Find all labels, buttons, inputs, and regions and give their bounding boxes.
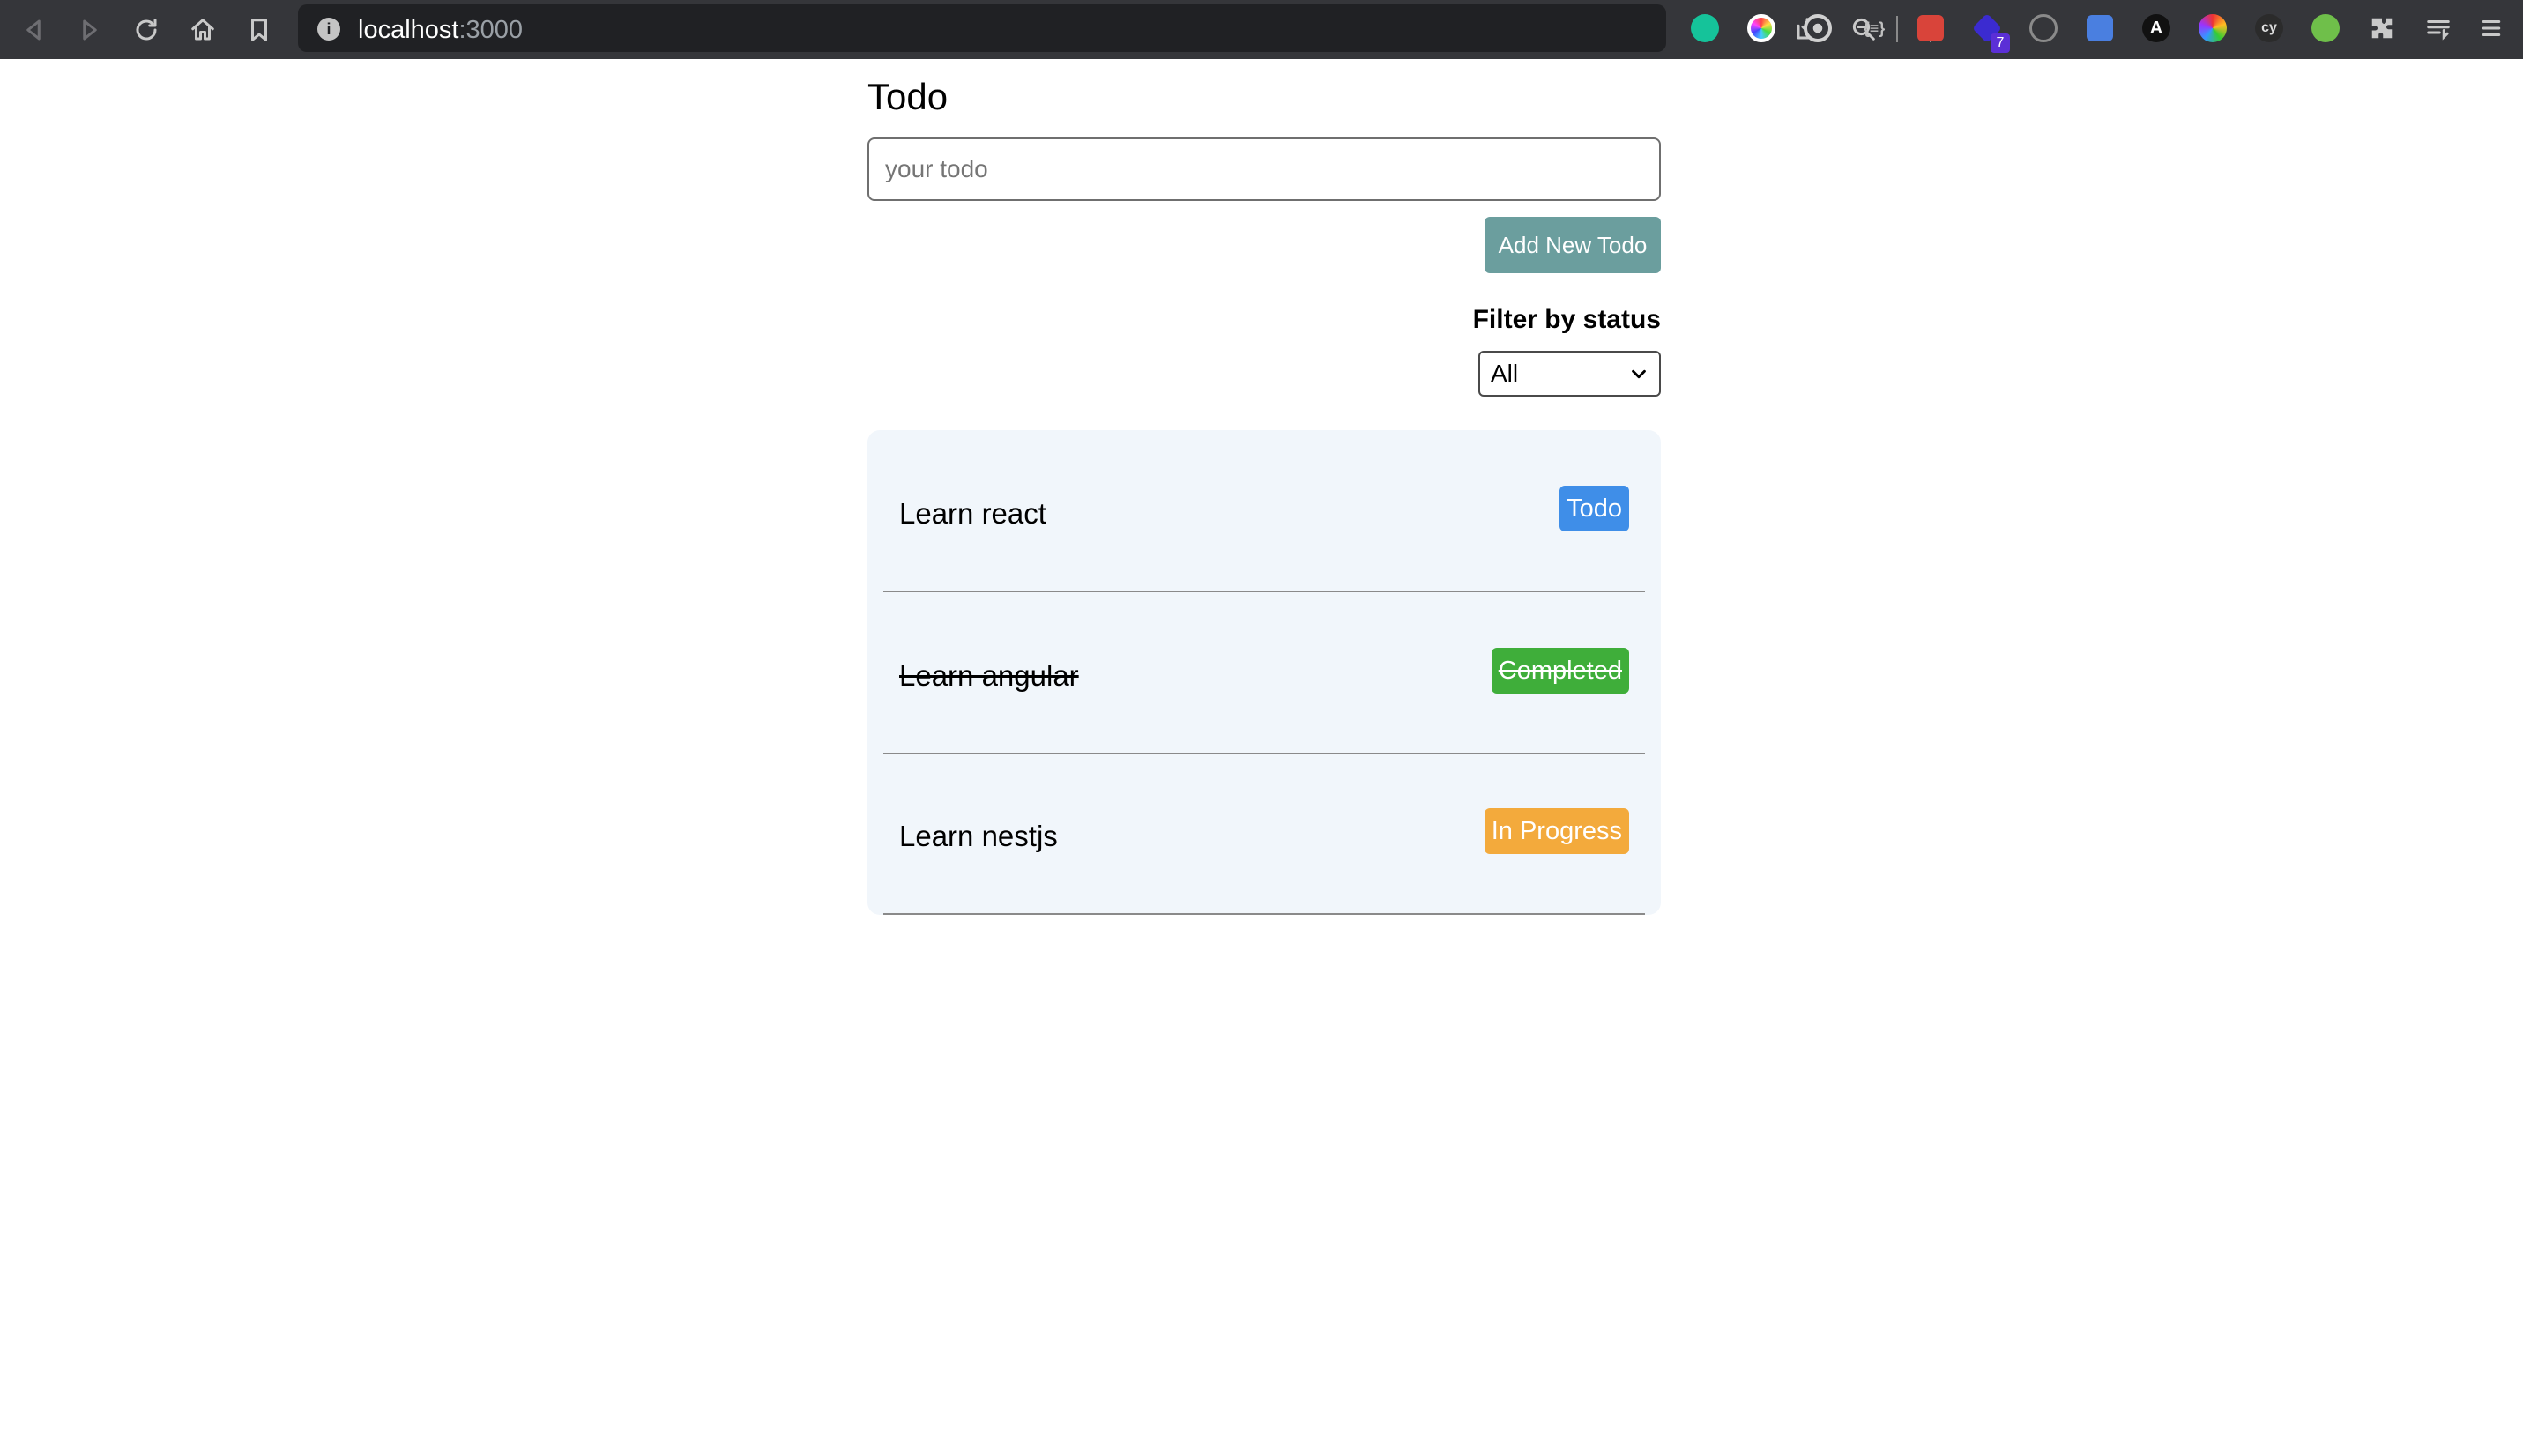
extensions-puzzle-icon[interactable] <box>2364 11 2400 46</box>
json-extension-icon[interactable]: {≡} <box>1857 11 1892 46</box>
todo-item-text: Learn react <box>899 497 1046 530</box>
todo-item-text: Learn angular <box>899 659 1079 692</box>
target-extension-icon[interactable] <box>1800 11 1835 46</box>
cypress-extension-icon[interactable]: cy <box>2251 11 2287 46</box>
status-filter-value: All <box>1491 360 1519 387</box>
bookmark-icon[interactable] <box>242 12 277 48</box>
todo-input[interactable] <box>867 137 1661 201</box>
status-badge[interactable]: Completed <box>1491 648 1629 694</box>
todo-item-text: Learn nestjs <box>899 820 1058 852</box>
address-bar[interactable]: i localhost:3000 <box>298 4 1941 52</box>
todo-item[interactable]: Learn angular Completed <box>883 592 1645 754</box>
status-filter-select[interactable]: All <box>1478 351 1661 397</box>
palette-extension-icon[interactable] <box>2195 11 2230 46</box>
site-info-icon[interactable]: i <box>317 18 340 41</box>
status-badge[interactable]: In Progress <box>1484 808 1629 854</box>
todo-list: Learn react Todo Learn angular Completed… <box>867 430 1661 915</box>
translate-extension-icon[interactable] <box>2082 11 2117 46</box>
angular-extension-icon[interactable]: A <box>2139 11 2174 46</box>
omnibox-divider <box>1896 16 1898 42</box>
browser-menu-icon[interactable] <box>2474 11 2509 46</box>
reading-list-icon[interactable] <box>2421 11 2456 46</box>
chevron-down-icon <box>1632 369 1646 379</box>
add-new-todo-button[interactable]: Add New Todo <box>1485 217 1661 273</box>
color-extension-icon[interactable] <box>1744 11 1779 46</box>
url-port: :3000 <box>458 16 524 44</box>
status-badge[interactable]: Todo <box>1559 486 1629 531</box>
grammarly-extension-icon[interactable] <box>1687 11 1723 46</box>
url-text: localhost:3000 <box>358 16 523 45</box>
gauge-extension-icon[interactable] <box>2026 11 2061 46</box>
forward-icon[interactable] <box>72 12 108 48</box>
filter-label: Filter by status <box>1472 305 1661 334</box>
url-host: localhost <box>358 16 459 44</box>
back-icon[interactable] <box>16 12 51 48</box>
frog-extension-icon[interactable] <box>2308 11 2343 46</box>
todo-item[interactable]: Learn nestjs In Progress <box>883 753 1645 915</box>
home-icon[interactable] <box>185 12 220 48</box>
cube-extension-icon[interactable]: 7 <box>1969 11 2010 53</box>
browser-toolbar: i localhost:3000 {≡} 7 A cy <box>0 0 2523 59</box>
red-extension-icon[interactable] <box>1913 11 1948 46</box>
reload-icon[interactable] <box>129 12 164 48</box>
extension-badge: 7 <box>1991 33 2010 53</box>
todo-item[interactable]: Learn react Todo <box>883 430 1645 592</box>
page-title: Todo <box>867 76 949 117</box>
